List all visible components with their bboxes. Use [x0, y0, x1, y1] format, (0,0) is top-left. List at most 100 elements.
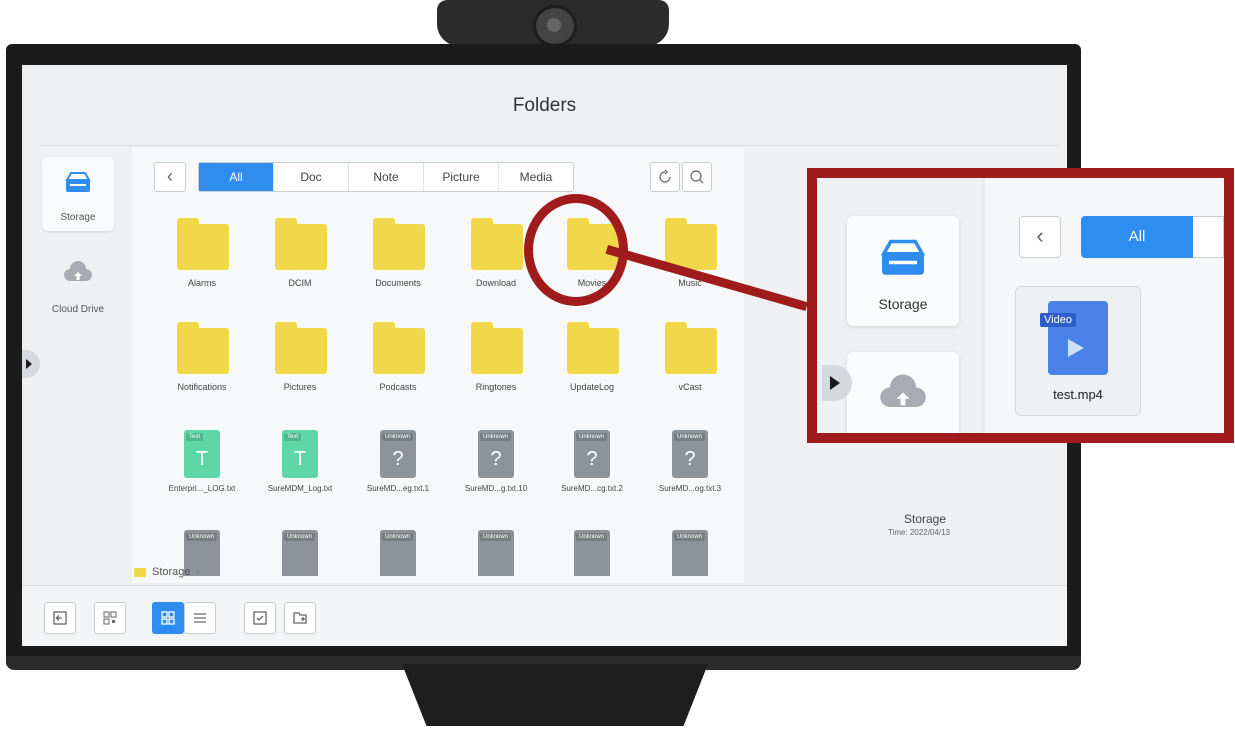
play-icon: [1068, 339, 1084, 357]
inset-sidebar-item-storage[interactable]: Storage: [847, 216, 959, 326]
item-name: SureMD...cg.txt.2: [561, 484, 623, 493]
refresh-icon: [659, 169, 671, 183]
details-title: Storage: [904, 512, 947, 526]
unknown-file-icon: Unknown: [380, 530, 416, 576]
zoom-inset: Storage ‹ All Video test.mp4: [807, 168, 1234, 443]
inset-sidebar-item-cloud[interactable]: [847, 352, 959, 433]
file-item[interactable]: Unknown? SureMD...cg.txt.2: [544, 430, 640, 520]
file-item[interactable]: Unknown: [252, 530, 348, 576]
folder-item[interactable]: Pictures: [252, 320, 348, 410]
folder-icon: [177, 218, 229, 270]
file-item[interactable]: Unknown: [642, 530, 728, 576]
new-folder-icon: [293, 612, 307, 624]
unknown-file-icon: Unknown: [672, 530, 708, 576]
exit-button[interactable]: [44, 602, 76, 634]
inset-file-item[interactable]: Video test.mp4: [1015, 286, 1141, 416]
folder-icon: [471, 322, 523, 374]
inset-tab-all[interactable]: All: [1081, 216, 1193, 258]
search-icon: [690, 170, 704, 184]
tab-all[interactable]: All: [199, 163, 274, 191]
folder-icon: [134, 567, 146, 577]
chevron-right-icon: ▸: [196, 566, 202, 577]
item-name: Documents: [375, 278, 421, 288]
qr-code-icon: [103, 611, 117, 625]
folder-item[interactable]: Ringtones: [448, 320, 544, 410]
webcam: [437, 0, 669, 47]
file-type-tag: Unknown: [480, 433, 512, 441]
folder-icon: [275, 218, 327, 270]
sidebar-item-storage[interactable]: Storage: [42, 157, 114, 231]
sidebar-item-cloud-drive[interactable]: Cloud Drive: [42, 249, 114, 323]
item-name: Alarms: [187, 278, 216, 288]
sidebar: Storage Cloud Drive: [22, 155, 116, 585]
file-item[interactable]: Unknown: [350, 530, 446, 576]
tab-note[interactable]: Note: [349, 163, 424, 191]
item-name: Enterpri..._LOG.txt: [168, 484, 236, 493]
file-item[interactable]: Text T SureMDM_Log.txt: [252, 430, 348, 520]
folder-item[interactable]: UpdateLog: [544, 320, 640, 410]
item-name: Download: [475, 278, 517, 288]
cloud-upload-icon: [64, 261, 92, 281]
file-type-tag: Unknown: [576, 433, 608, 441]
list-view-button[interactable]: [184, 602, 216, 634]
details-time: Time: 2022/04/13: [888, 528, 950, 537]
grid-view-icon: [161, 611, 175, 625]
item-name: Pictures: [283, 382, 317, 392]
tab-media[interactable]: Media: [499, 163, 573, 191]
inset-back-button[interactable]: ‹: [1019, 216, 1061, 258]
unknown-file-icon: Unknown: [478, 530, 514, 576]
unknown-file-icon: Unknown?: [574, 430, 610, 478]
page-title: Folders: [512, 95, 577, 116]
file-type-tag: Unknown: [480, 533, 512, 541]
text-file-icon: Text T: [184, 430, 220, 478]
file-item[interactable]: Unknown? SureMD...g.txt.10: [448, 430, 544, 520]
unknown-file-icon: Unknown?: [672, 430, 708, 478]
file-item[interactable]: Unknown? SureMD...og.txt.3: [642, 430, 728, 520]
sidebar-item-label: Cloud Drive: [51, 304, 105, 315]
folder-item[interactable]: Alarms: [154, 216, 250, 306]
file-item[interactable]: Text T Enterpri..._LOG.txt: [154, 430, 250, 520]
back-button[interactable]: ‹: [154, 162, 186, 192]
file-item[interactable]: Unknown: [448, 530, 544, 576]
tab-doc[interactable]: Doc: [274, 163, 349, 191]
folder-item[interactable]: DCIM: [252, 216, 348, 306]
qr-code-button[interactable]: [94, 602, 126, 634]
storage-icon: [65, 172, 91, 192]
item-name: SureMDM_Log.txt: [267, 484, 333, 493]
sidebar-item-label: Storage: [60, 212, 96, 223]
video-file-icon: Video: [1040, 301, 1108, 375]
file-type-tag: Unknown: [576, 533, 608, 541]
inset-tab-next[interactable]: [1193, 216, 1224, 258]
refresh-button[interactable]: [650, 162, 680, 192]
sidebar-expand-toggle[interactable]: [22, 350, 40, 378]
file-item[interactable]: Unknown? SureMD...eg.txt.1: [350, 430, 446, 520]
select-button[interactable]: [244, 602, 276, 634]
item-name: SureMD...g.txt.10: [464, 484, 528, 493]
folder-item[interactable]: Podcasts: [350, 320, 446, 410]
grid-view-button[interactable]: [152, 602, 184, 634]
inset-file-name: test.mp4: [1053, 387, 1103, 402]
tab-picture[interactable]: Picture: [424, 163, 499, 191]
item-name: SureMD...eg.txt.1: [366, 484, 430, 493]
folder-item[interactable]: Notifications: [154, 320, 250, 410]
bottom-toolbar: [22, 585, 1067, 646]
folder-item[interactable]: vCast: [642, 320, 728, 410]
filter-tabs: All Doc Note Picture Media: [198, 162, 574, 192]
file-type-tag: Unknown: [382, 433, 414, 441]
storage-icon: [880, 239, 926, 275]
new-folder-button[interactable]: [284, 602, 316, 634]
search-button[interactable]: [682, 162, 712, 192]
file-type-tag: Unknown: [284, 533, 316, 541]
folder-icon: [665, 322, 717, 374]
folder-icon: [373, 218, 425, 270]
folder-item[interactable]: Documents: [350, 216, 446, 306]
file-type-tag: Video: [1040, 313, 1076, 327]
file-item[interactable]: Unknown: [544, 530, 640, 576]
file-browser: ‹ All Doc Note Picture Media Alarms DCIM…: [132, 148, 744, 583]
breadcrumb-root: Storage: [152, 566, 191, 578]
breadcrumb[interactable]: Storage ▸: [134, 566, 201, 578]
folder-icon: [471, 218, 523, 270]
item-name: Podcasts: [379, 382, 417, 392]
exit-icon: [53, 611, 67, 625]
folder-icon: [177, 322, 229, 374]
